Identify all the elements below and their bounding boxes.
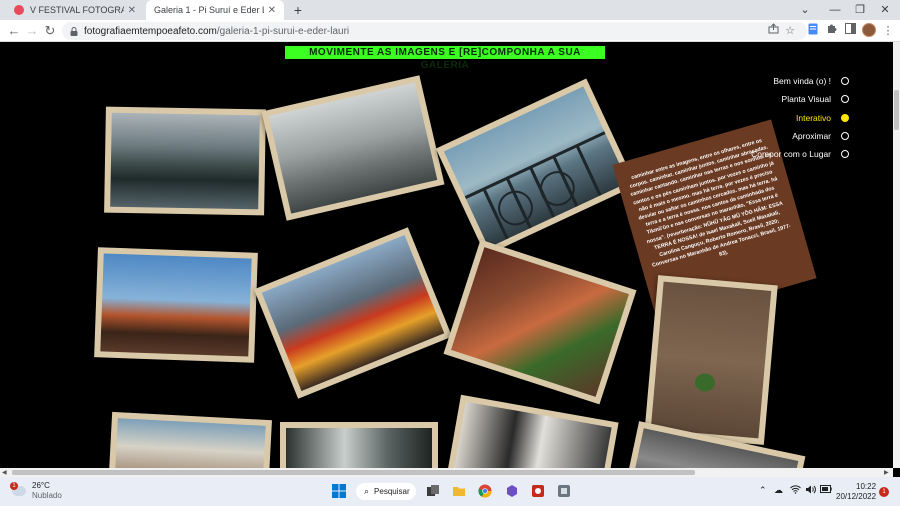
task-view-icon[interactable] (426, 484, 440, 498)
temperature-text: 26°C (32, 481, 50, 490)
new-tab-button[interactable]: + (290, 1, 306, 19)
gallery-photo-congress[interactable] (94, 247, 258, 363)
share-icon[interactable] (765, 23, 781, 39)
clock-time: 10:22 (856, 482, 877, 491)
search-icon: ⌕ (364, 486, 370, 496)
forward-button[interactable]: → (24, 23, 40, 39)
nav-dot-icon (841, 132, 849, 141)
horizontal-scrollbar[interactable]: ◀ ▶ (0, 468, 893, 477)
gallery-photo-waterfall[interactable] (280, 422, 438, 468)
windows-taskbar: 1 26°C Nublado ⌕ Pesquisar ⌃ ☁ 10:22 20/… (0, 477, 900, 506)
gallery-page: MOVIMENTE AS IMAGENS E [RE]COMPONHA A SU… (0, 42, 893, 468)
notification-badge[interactable]: 1 (879, 487, 889, 497)
tab-strip: V FESTIVAL FOTOGRAFIA EM TE ✕ Galeria 1 … (0, 0, 900, 20)
address-bar[interactable]: fotografiaemtempoeafeto.com/galeria-1-pi… (62, 22, 807, 40)
nav-dot-icon (841, 150, 849, 159)
vertical-scrollbar[interactable] (893, 42, 900, 468)
nav-item-aproximar[interactable]: Aproximar (751, 127, 849, 145)
weather-text: Nublado (32, 491, 62, 500)
gallery-photo-gathering[interactable] (443, 239, 637, 405)
nav-item-label: Bem vinda (o) ! (773, 76, 831, 87)
reload-button[interactable]: ↻ (42, 23, 58, 39)
close-window-button[interactable]: ✕ (870, 0, 900, 20)
tab-label: Galeria 1 - Pi Suruí e Eder Lauri | (154, 5, 264, 15)
site-favicon-icon (14, 5, 24, 15)
start-icon[interactable] (332, 484, 346, 498)
back-button[interactable]: ← (6, 23, 22, 39)
scroll-left-icon[interactable]: ◀ (2, 469, 7, 476)
app-icon-gray[interactable] (557, 484, 571, 498)
nav-item-planta-visual[interactable]: Planta Visual (751, 90, 849, 108)
show-hidden-icons[interactable]: ⌃ (759, 485, 767, 496)
extension-doc-icon[interactable] (805, 23, 821, 39)
nav-dot-icon (841, 95, 849, 104)
app-icon-red[interactable] (531, 484, 545, 498)
side-panel-icon[interactable] (842, 23, 858, 39)
tab-galeria[interactable]: Galeria 1 - Pi Suruí e Eder Lauri | ✕ (146, 0, 284, 20)
taskbar-search[interactable]: ⌕ Pesquisar (356, 483, 416, 500)
more-menu-icon[interactable]: ⋮ (880, 23, 896, 39)
tab-search-icon[interactable]: ⌄ (790, 0, 820, 20)
gallery-photo-river[interactable] (104, 106, 266, 216)
url-domain: fotografiaemtempoeafeto.com (84, 25, 217, 37)
app-icon-purple[interactable] (505, 484, 519, 498)
browser-toolbar: ← → ↻ fotografiaemtempoeafeto.com/galeri… (0, 20, 900, 42)
close-tab-icon[interactable]: ✕ (268, 5, 276, 16)
scroll-right-icon[interactable]: ▶ (884, 469, 889, 476)
nav-item-compor[interactable]: Compor com o Lugar (751, 145, 849, 163)
battery-icon[interactable] (820, 485, 832, 495)
search-label: Pesquisar (374, 487, 410, 496)
extensions-puzzle-icon[interactable] (823, 23, 839, 39)
chrome-icon[interactable] (478, 484, 492, 498)
tab-festival[interactable]: V FESTIVAL FOTOGRAFIA EM TE ✕ (6, 0, 144, 20)
gallery-banner: MOVIMENTE AS IMAGENS E [RE]COMPONHA A SU… (285, 46, 605, 71)
nav-item-label: Interativo (796, 112, 831, 123)
nav-dot-icon (841, 77, 849, 86)
weather-badge: 1 (10, 482, 18, 490)
tab-label: V FESTIVAL FOTOGRAFIA EM TE (30, 5, 124, 15)
vertical-scroll-thumb[interactable] (894, 90, 899, 130)
system-clock[interactable]: 10:22 20/12/2022 (836, 482, 876, 502)
lock-icon (70, 26, 78, 36)
nav-item-label: Planta Visual (781, 94, 831, 105)
profile-avatar[interactable] (862, 23, 876, 37)
volume-icon[interactable] (805, 485, 816, 496)
gallery-side-nav: Bem vinda (o) ! Planta Visual Interativo… (751, 72, 849, 163)
weather-widget[interactable]: 1 26°C Nublado (10, 481, 62, 501)
gallery-photo-mural[interactable] (445, 394, 619, 468)
gallery-photo-house[interactable] (108, 411, 272, 468)
gallery-photo-tree[interactable] (644, 275, 778, 445)
gallery-photo-bicycle[interactable] (435, 78, 637, 256)
nav-item-label: Compor com o Lugar (751, 149, 831, 160)
nav-dot-icon (841, 113, 849, 122)
clock-date: 20/12/2022 (836, 492, 877, 501)
gallery-photo-fishing[interactable] (261, 75, 445, 221)
file-explorer-icon[interactable] (452, 484, 466, 498)
gallery-photo-protest[interactable] (253, 227, 453, 399)
nav-item-bem-vinda[interactable]: Bem vinda (o) ! (751, 72, 849, 90)
nav-item-interativo[interactable]: Interativo (751, 109, 849, 127)
bookmark-star-icon[interactable]: ☆ (782, 23, 798, 39)
wifi-icon[interactable] (790, 485, 801, 496)
url-path: /galeria-1-pi-surui-e-eder-lauri (216, 25, 350, 37)
horizontal-scroll-thumb[interactable] (12, 470, 695, 475)
close-tab-icon[interactable]: ✕ (128, 5, 136, 16)
onedrive-icon[interactable]: ☁ (774, 485, 783, 496)
nav-item-label: Aproximar (792, 131, 831, 142)
cloud-icon: 1 (10, 482, 26, 496)
